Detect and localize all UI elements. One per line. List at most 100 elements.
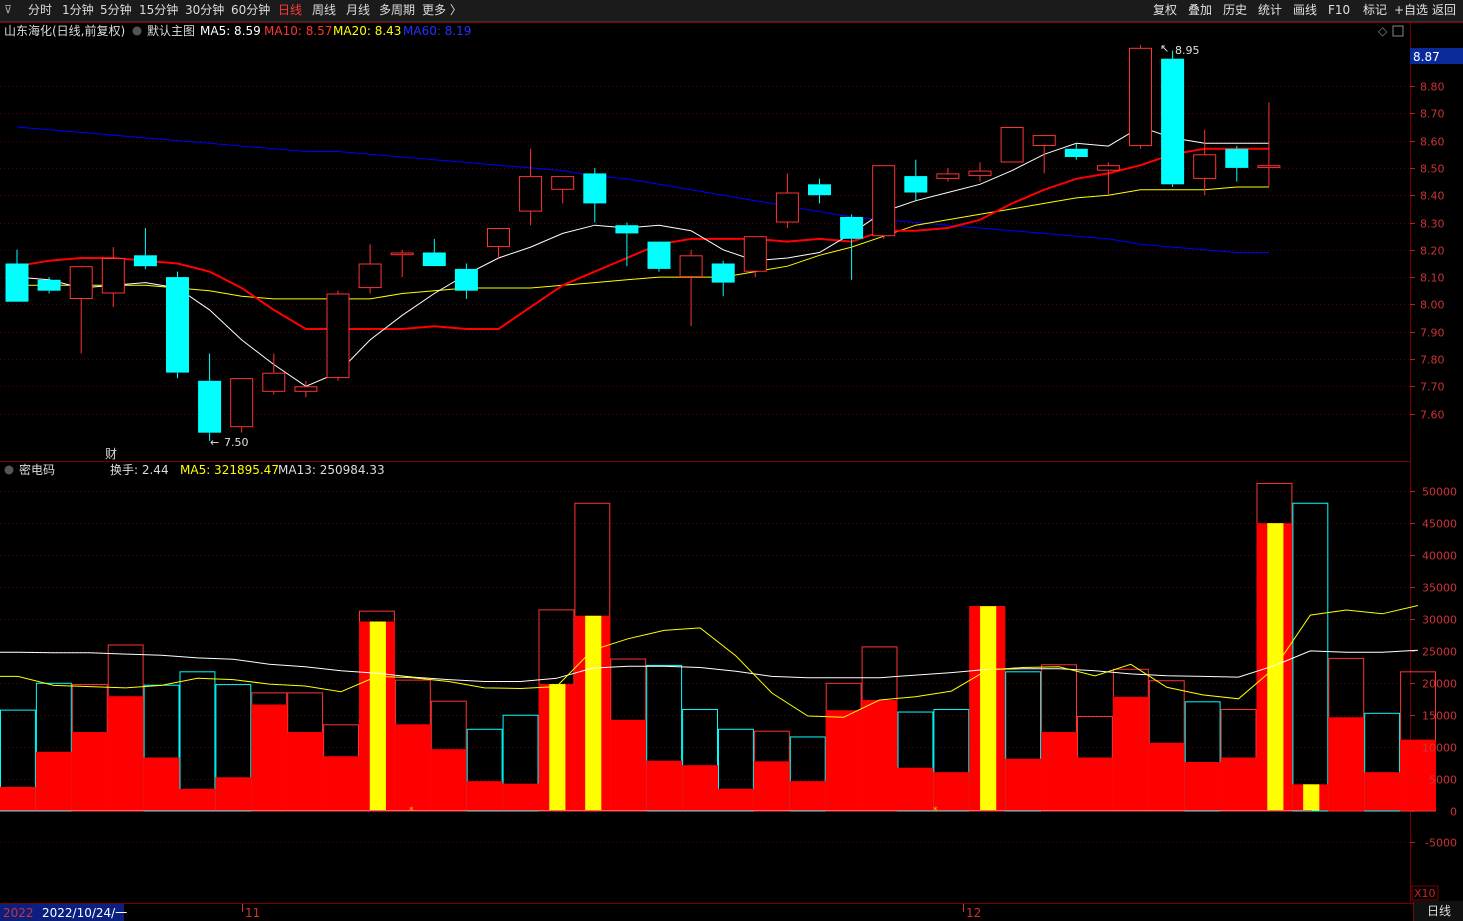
low-arrow-icon: ←: [210, 436, 219, 449]
volume-fill-bar: [610, 719, 647, 811]
current-price: 8.87: [1413, 50, 1440, 64]
maximize-icon[interactable]: [1392, 25, 1404, 37]
volume-axis-label: 10000: [1422, 742, 1457, 755]
candle-body-up: [326, 293, 350, 379]
high-price-label: 8.95: [1175, 44, 1200, 57]
candle-body-up: [872, 165, 896, 237]
volume-fill-bar: [1184, 761, 1221, 811]
volume-fill-bar: [287, 731, 324, 811]
volume-fill-bar: [143, 757, 180, 811]
candle-body-down: [840, 217, 864, 239]
volume-highlight-bar: [549, 684, 566, 811]
candle-body-down: [1064, 148, 1088, 157]
volume-fill-bar: [1005, 758, 1042, 811]
volume-fill-bar: [861, 700, 898, 811]
stock-chart[interactable]: * * 8.808.708.608.508.408.308.208.108.007…: [0, 0, 1463, 921]
candle-body-up: [1032, 135, 1056, 147]
volume-axis-label: 30000: [1422, 614, 1457, 627]
high-arrow-icon: ↖: [1160, 42, 1169, 55]
candle-body-up: [390, 252, 414, 256]
template-menu-icon[interactable]: [132, 26, 142, 36]
ma5-label: MA5: 8.59: [200, 24, 261, 38]
price-axis-label: 8.50: [1420, 163, 1445, 176]
date-cursor-label: 2022/10/24/一: [42, 906, 127, 920]
volume-axis-label: 15000: [1422, 710, 1457, 723]
volume-fill-bar: [0, 786, 36, 811]
indicator-name[interactable]: 密电码: [19, 462, 55, 477]
ma60-line: [16, 126, 1269, 253]
ma5-line: [16, 126, 1269, 387]
candle-body-up: [262, 372, 286, 392]
ma20-label: MA20: 8.43: [333, 24, 401, 38]
volume-fill-bar: [646, 760, 683, 811]
date-axis-nov: 11: [245, 906, 260, 920]
price-axis-label: 8.80: [1420, 81, 1445, 94]
volume-fill-bar: [430, 749, 467, 811]
candle-body-up: [743, 236, 767, 272]
price-axis-label: 7.60: [1420, 409, 1445, 422]
candle-body-up: [69, 266, 93, 300]
candle-body-up: [230, 378, 254, 428]
volume-fill-bar: [179, 788, 216, 811]
volume-axis-label: 40000: [1422, 550, 1457, 563]
candle-body-up: [101, 258, 125, 294]
volume-fill-bar: [933, 772, 970, 811]
volume-star-marker: *: [409, 806, 414, 816]
candlesticks: [5, 45, 1281, 441]
candle-body-up: [1129, 47, 1152, 147]
indicator-menu-icon[interactable]: [4, 465, 14, 475]
template-name[interactable]: 默认主图: [147, 23, 195, 38]
price-axis-label: 8.00: [1420, 299, 1445, 312]
price-axis-label: 7.70: [1420, 381, 1445, 394]
candle-body-up: [936, 173, 960, 179]
candle-body-down: [583, 173, 607, 204]
price-axis-label: 8.20: [1420, 245, 1445, 258]
stock-title: 山东海化(日线,前复权): [4, 23, 125, 38]
volume-fill-bar: [1328, 717, 1365, 811]
candle-body-down: [133, 255, 157, 267]
period-tab-daily[interactable]: 日线: [1413, 901, 1463, 921]
candle-body-up: [294, 386, 318, 392]
price-axis-label: 7.90: [1420, 327, 1445, 340]
candle-body-up: [519, 176, 543, 212]
candle-body-up: [1257, 165, 1281, 168]
volume-ma13-line: [0, 649, 1419, 682]
turnover-label: 换手: 2.44: [110, 463, 169, 477]
candle-body-up: [679, 255, 703, 278]
price-axis-label: 8.70: [1420, 108, 1445, 121]
volume-fill-bar: [251, 704, 288, 811]
volume-axis-label: 50000: [1422, 486, 1457, 499]
diamond-icon[interactable]: ◇: [1378, 24, 1388, 38]
candle-body-up: [968, 170, 992, 177]
candle-body-down: [711, 263, 735, 283]
price-axis: 8.80 8.70 8.60 8.50 8.40 8.30 8.20 8.10 8.00 7.90…: [1410, 81, 1445, 422]
volume-axis-label: 25000: [1422, 646, 1457, 659]
candle-body-up: [775, 192, 799, 223]
vol-ma5-label: MA5: 321895.47: [180, 463, 279, 477]
volume-fill-bar: [718, 788, 754, 811]
volume-axis-label: 45000: [1422, 518, 1457, 531]
volume-fill-bar: [71, 731, 108, 811]
volume-axis-label: -5000: [1425, 837, 1457, 850]
volume-fill-bar: [35, 751, 72, 811]
volume-axis-label: 20000: [1422, 678, 1457, 691]
candle-body-down: [166, 277, 189, 373]
candle-body-up: [551, 176, 575, 190]
candle-body-down: [1225, 148, 1249, 168]
volume-axis-label: 0: [1450, 806, 1457, 819]
date-axis-dec: 12: [966, 906, 981, 920]
finance-marker[interactable]: 财: [105, 447, 117, 461]
candle-body-up: [1096, 165, 1120, 171]
price-axis-label: 8.10: [1420, 272, 1445, 285]
volume-fill-bar: [323, 756, 359, 811]
candle-body-down: [808, 184, 831, 196]
volume-highlight-bar: [585, 615, 602, 811]
volume-ma5-line: [0, 605, 1419, 718]
volume-fill-bar: [1220, 757, 1257, 811]
volume-fill-bar: [1364, 772, 1401, 811]
volume-fill-bar: [466, 781, 503, 811]
ma60-label: MA60: 8.19: [403, 24, 471, 38]
volume-axis-label: 5000: [1429, 774, 1457, 787]
scale-label: X10: [1414, 887, 1436, 900]
candle-body-down: [647, 241, 671, 269]
